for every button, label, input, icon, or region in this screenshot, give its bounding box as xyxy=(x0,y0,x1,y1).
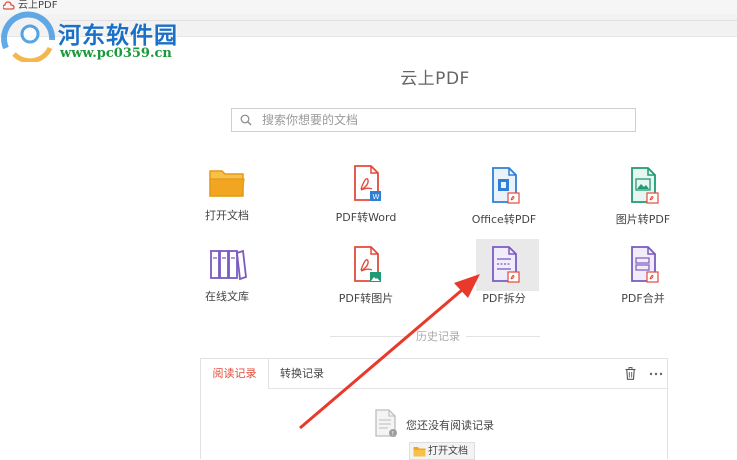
svg-text:W: W xyxy=(373,193,380,201)
tool-label: Office转PDF xyxy=(471,213,537,226)
pdf-split-icon xyxy=(492,246,520,283)
tab-reading-history[interactable]: 阅读记录 xyxy=(201,359,269,389)
open-document-label: 打开文档 xyxy=(428,446,468,457)
search-icon xyxy=(240,114,252,126)
more-icon[interactable] xyxy=(649,372,663,376)
library-icon xyxy=(210,249,247,281)
folder-icon xyxy=(209,170,245,197)
tool-label: 在线文库 xyxy=(205,290,249,303)
empty-history-text: 您还没有阅读记录 xyxy=(406,419,494,432)
svg-text:!: ! xyxy=(392,431,394,438)
tool-image-to-pdf[interactable]: 图片转PDF xyxy=(588,165,698,227)
history-divider-left xyxy=(330,336,410,337)
tool-label: PDF转图片 xyxy=(338,292,394,305)
tool-pdf-merge[interactable]: PDF合并 xyxy=(588,244,698,306)
search-placeholder: 搜索你想要的文档 xyxy=(262,113,359,127)
history-divider-right xyxy=(466,336,540,337)
history-section-label: 历史记录 xyxy=(410,328,466,344)
tool-label: PDF转Word xyxy=(335,211,397,224)
trash-icon[interactable] xyxy=(625,367,636,380)
pdf-to-word-icon: W xyxy=(354,165,381,201)
image-to-pdf-icon xyxy=(631,167,659,204)
folder-icon xyxy=(413,447,426,457)
site-watermark: 河东软件园 www.pc0359.cn xyxy=(0,6,210,66)
watermark-site-name: 河东软件园 xyxy=(58,22,178,49)
tool-open-doc[interactable]: 打开文档 xyxy=(172,165,282,223)
pdf-merge-icon xyxy=(631,246,659,283)
pdf-to-image-icon xyxy=(354,246,381,282)
tool-label: 打开文档 xyxy=(205,209,249,222)
office-to-pdf-icon xyxy=(492,167,520,204)
tab-conversion-history[interactable]: 转换记录 xyxy=(269,359,335,388)
tool-office-to-pdf[interactable]: Office转PDF xyxy=(449,165,559,227)
open-document-button[interactable]: 打开文档 xyxy=(409,442,475,460)
tool-label: PDF合并 xyxy=(621,292,665,305)
tool-online-library[interactable]: 在线文库 xyxy=(172,246,282,304)
tool-label: 图片转PDF xyxy=(615,213,671,226)
tool-pdf-to-word[interactable]: W PDF转Word xyxy=(311,163,421,225)
history-panel: 阅读记录 转换记录 ! 您还没有阅读记录 打开文档 xyxy=(200,358,668,460)
empty-document-icon: ! xyxy=(375,409,397,438)
app-title: 云上PDF xyxy=(400,69,470,89)
history-tabbar: 阅读记录 转换记录 xyxy=(201,359,667,389)
search-box[interactable]: 搜索你想要的文档 xyxy=(231,108,636,132)
tool-label: PDF拆分 xyxy=(482,292,526,305)
tool-pdf-split[interactable]: PDF拆分 xyxy=(449,239,559,306)
watermark-logo-icon xyxy=(1,11,56,62)
watermark-url: www.pc0359.cn xyxy=(60,46,172,61)
tool-pdf-to-image[interactable]: PDF转图片 xyxy=(311,244,421,306)
